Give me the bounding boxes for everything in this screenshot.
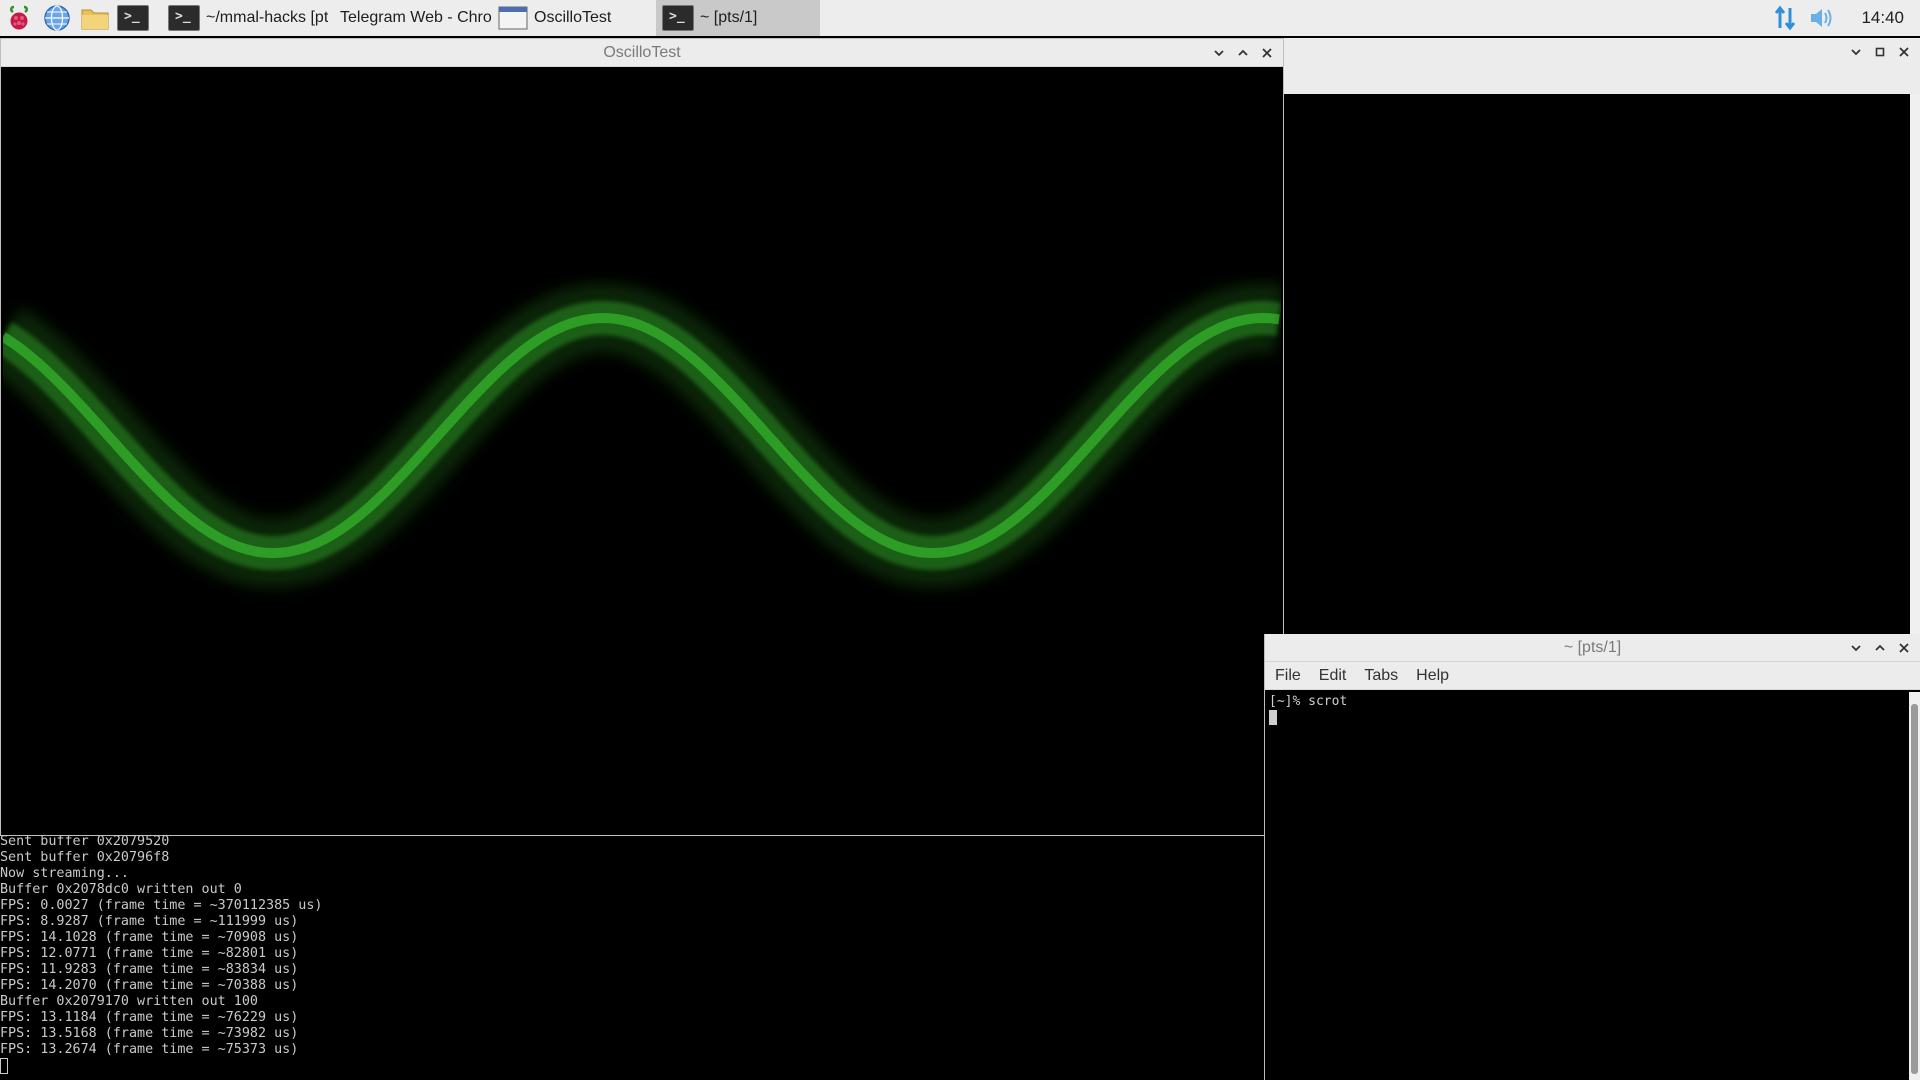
terminal-window-pts1: ~ [pts/1] File Edit Tabs Help [~]% scrot	[1264, 634, 1920, 1080]
oscillotest-window: OscilloTest	[0, 38, 1285, 836]
folder-icon	[81, 9, 109, 30]
menu-edit[interactable]: Edit	[1319, 667, 1347, 685]
taskbar: >_ >_ ~/mmal-hacks [pts/0] Telegram Web - …	[0, 0, 1920, 36]
console-line: FPS: 14.1028 (frame time = ~70908 us)	[0, 930, 299, 945]
system-tray: 14:40	[1773, 0, 1920, 36]
console-line: Now streaming...	[0, 866, 129, 881]
task-label: Telegram Web - Chro...	[340, 9, 492, 26]
chevron-down-icon	[1851, 645, 1861, 652]
background-terminal-titlebar[interactable]	[1284, 38, 1920, 94]
background-terminal-area[interactable]	[1284, 94, 1910, 634]
file-manager-launcher[interactable]	[76, 0, 114, 36]
console-line: FPS: 0.0027 (frame time = ~370112385 us)	[0, 898, 323, 913]
console-line: FPS: 13.2674 (frame time = ~75373 us)	[0, 1042, 299, 1057]
console-line: FPS: 8.9287 (frame time = ~111999 us)	[0, 914, 299, 929]
restore-icon	[1875, 47, 1885, 57]
terminal-icon: >_	[117, 5, 149, 31]
clock[interactable]: 14:40	[1861, 8, 1904, 28]
taskbar-task-0[interactable]: >_ ~/mmal-hacks [pts/0]	[162, 0, 328, 36]
menu-file[interactable]: File	[1275, 667, 1301, 685]
chevron-up-icon	[1875, 644, 1885, 651]
minimize-button[interactable]	[1209, 43, 1229, 63]
minimize-button[interactable]	[1846, 42, 1866, 62]
close-button[interactable]	[1894, 638, 1914, 658]
task-label: ~ [pts/1]	[700, 9, 758, 26]
task-label: OscilloTest	[534, 9, 612, 26]
terminal-launcher[interactable]: >_	[114, 0, 152, 36]
terminal-content[interactable]: [~]% scrot	[1267, 692, 1907, 1080]
prompt-line: [~]% scrot	[1269, 694, 1348, 709]
terminal-icon: >_	[662, 5, 694, 31]
minimize-button[interactable]	[1846, 638, 1866, 658]
close-button[interactable]	[1257, 43, 1277, 63]
window-title: ~ [pts/1]	[1563, 638, 1622, 656]
console-line: Buffer 0x2078dc0 written out 0	[0, 882, 242, 897]
window-title: OscilloTest	[603, 43, 681, 61]
close-icon	[1262, 48, 1272, 58]
close-icon	[1899, 47, 1909, 57]
scrollbar-thumb[interactable]	[1911, 704, 1918, 1074]
waveform-trace	[0, 282, 1285, 588]
console-line: FPS: 13.5168 (frame time = ~73982 us)	[0, 1026, 299, 1041]
console-line: Buffer 0x2079170 written out 100	[0, 994, 258, 1009]
terminal-icon: >_	[168, 5, 200, 31]
terminal-titlebar[interactable]: ~ [pts/1]	[1265, 634, 1920, 662]
console-line: FPS: 11.9283 (frame time = ~83834 us)	[0, 962, 299, 977]
menu-tabs[interactable]: Tabs	[1364, 667, 1398, 685]
taskbar-task-1[interactable]: Telegram Web - Chro...	[328, 0, 492, 36]
terminal-scrollbar[interactable]	[1909, 692, 1920, 1080]
volume-icon[interactable]	[1809, 6, 1835, 30]
network-arrows-icon[interactable]	[1773, 4, 1797, 32]
maximize-button[interactable]	[1870, 638, 1890, 658]
window-icon	[498, 6, 528, 30]
oscilloscope-display	[0, 68, 1285, 835]
close-button[interactable]	[1894, 42, 1914, 62]
console-output: Sent buffer 0x2079520 Sent buffer 0x20796…	[0, 834, 1264, 1080]
restore-button[interactable]	[1870, 42, 1890, 62]
text-cursor	[0, 1058, 8, 1074]
menu-help[interactable]: Help	[1416, 667, 1449, 685]
chevron-down-icon	[1214, 50, 1224, 57]
terminal-menubar: File Edit Tabs Help	[1265, 662, 1920, 690]
taskbar-task-2[interactable]: OscilloTest	[492, 0, 656, 36]
globe-icon	[44, 5, 70, 31]
console-line: FPS: 12.0771 (frame time = ~82801 us)	[0, 946, 299, 961]
maximize-button[interactable]	[1233, 43, 1253, 63]
task-label: ~/mmal-hacks [pts/0]	[206, 9, 328, 26]
close-icon	[1899, 643, 1909, 653]
chevron-up-icon	[1238, 49, 1248, 56]
console-line: Sent buffer 0x20796f8	[0, 850, 170, 865]
taskbar-task-3[interactable]: >_ ~ [pts/1]	[656, 0, 820, 36]
console-line: FPS: 14.2070 (frame time = ~70388 us)	[0, 978, 299, 993]
text-cursor	[1269, 710, 1277, 725]
oscillotest-titlebar[interactable]: OscilloTest	[1, 39, 1283, 67]
console-line: Sent buffer 0x2079520	[0, 834, 170, 849]
chevron-down-icon	[1851, 49, 1861, 56]
raspberry-menu-icon	[9, 5, 29, 30]
web-browser-launcher[interactable]	[38, 0, 76, 36]
console-line: FPS: 13.1184 (frame time = ~76229 us)	[0, 1010, 299, 1025]
raspberry-menu-button[interactable]	[0, 0, 38, 36]
